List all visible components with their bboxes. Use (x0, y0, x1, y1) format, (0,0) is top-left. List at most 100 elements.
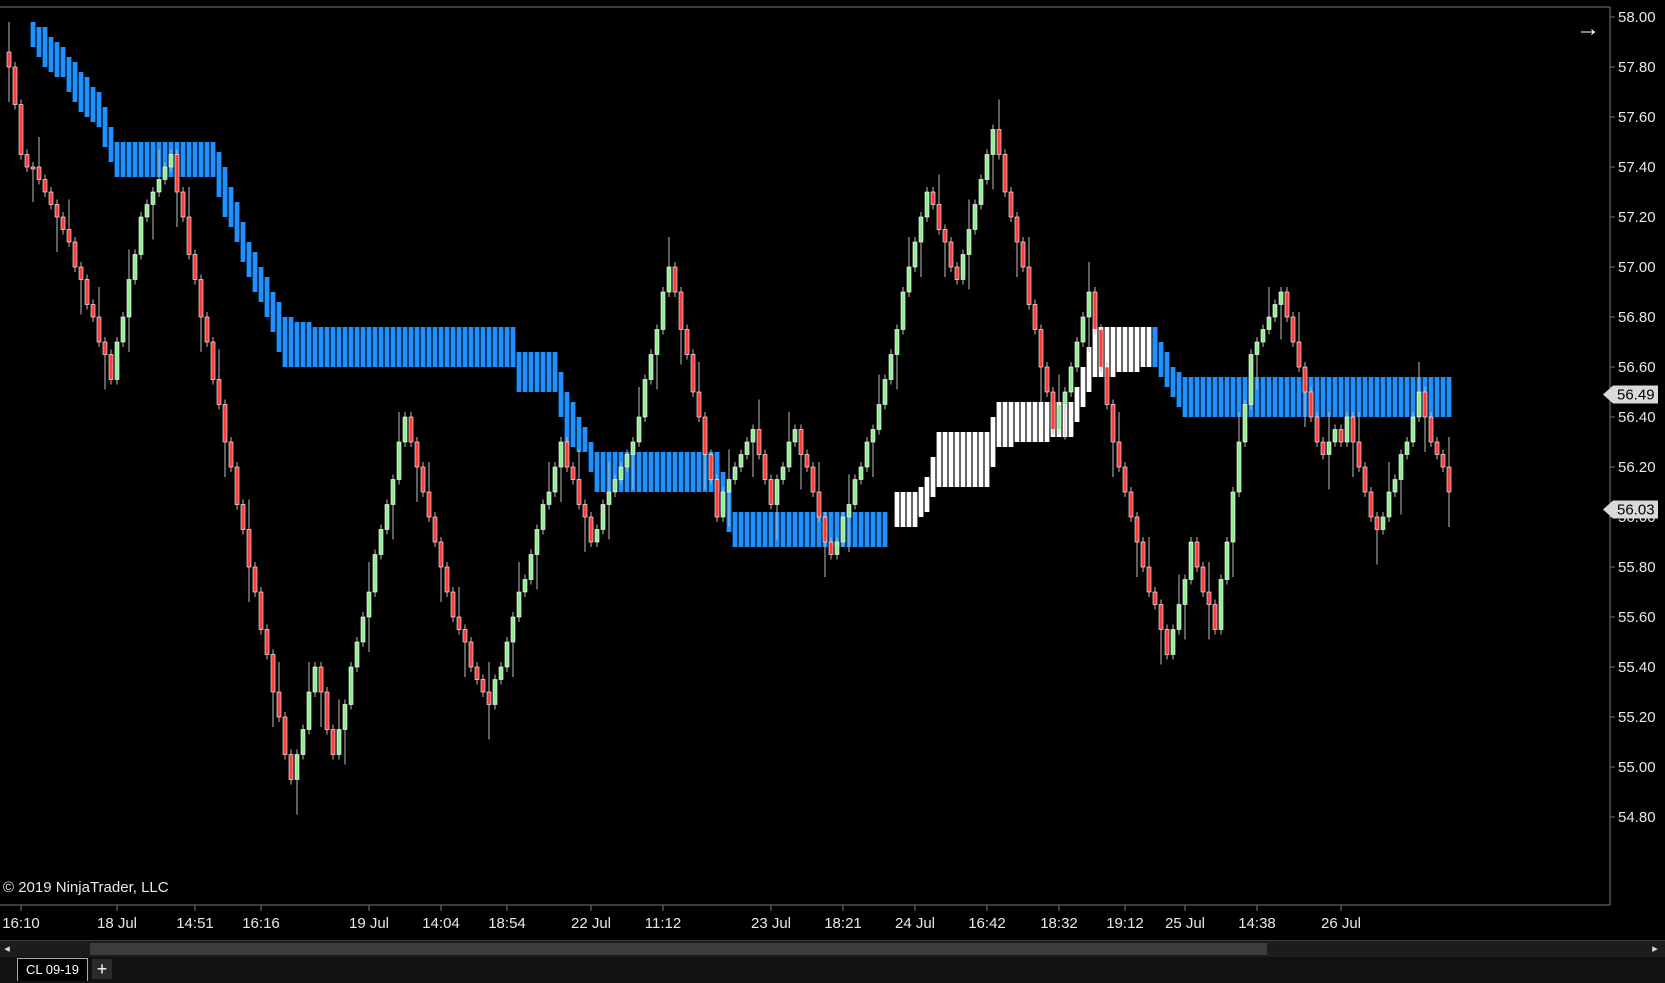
candle (612, 479, 618, 493)
cloud-band-bar (36, 27, 42, 57)
candle (882, 379, 888, 405)
horizontal-scrollbar[interactable]: ◂ ▸ (0, 940, 1665, 958)
cloud-band-bar (636, 452, 642, 492)
candle (840, 516, 846, 543)
candle (1044, 366, 1050, 393)
candle (834, 541, 840, 555)
cloud-band-bar (1200, 377, 1206, 417)
price-tick-label: 55.60 (1618, 609, 1656, 626)
candle (30, 166, 36, 170)
candle (1104, 366, 1110, 405)
candle (954, 266, 960, 280)
cloud-band-bar (750, 512, 756, 547)
cloud-band-bar (588, 442, 594, 472)
candle (36, 166, 42, 180)
cloud-band-bar (1338, 377, 1344, 417)
add-tab-button[interactable]: + (92, 959, 112, 979)
scroll-right-icon[interactable]: ▸ (1650, 942, 1660, 955)
candle (1260, 329, 1266, 343)
candle (114, 341, 120, 380)
cloud-band-bar (1434, 377, 1440, 417)
candle (186, 216, 192, 255)
candle (462, 629, 468, 643)
cloud-band-bar (786, 512, 792, 547)
cloud-band-bar (1296, 377, 1302, 417)
candle (60, 216, 66, 230)
cloud-band-bar (216, 152, 222, 197)
candle (498, 666, 504, 680)
candle (1422, 391, 1428, 418)
candle (1308, 391, 1314, 418)
candle (720, 491, 726, 518)
candle (1368, 491, 1374, 518)
tab-instrument[interactable]: CL 09-19 (17, 958, 88, 981)
candle (1254, 341, 1260, 355)
candle (630, 441, 636, 455)
cloud-band-bar (1332, 377, 1338, 417)
cloud-band-bar (480, 327, 486, 367)
cloud-band-bar (996, 402, 1002, 447)
candle (282, 716, 288, 755)
candle (1284, 291, 1290, 318)
candle (180, 191, 186, 218)
candle (978, 179, 984, 205)
cloud-band-bar (72, 62, 78, 102)
candle (1404, 441, 1410, 455)
candle (1080, 316, 1086, 343)
price-chart[interactable]: 58.00 57.80 57.60 57.40 57.20 57.00 56.80 56.60… (0, 0, 1665, 940)
candle (666, 266, 672, 293)
cloud-band-bar (456, 327, 462, 367)
candle (48, 191, 54, 205)
candle (606, 491, 612, 505)
cloud-band-bar (978, 432, 984, 487)
cloud-band-bar (1020, 402, 1026, 442)
cloud-band-bar (948, 432, 954, 487)
candle (876, 404, 882, 430)
cloud-band-bar (408, 327, 414, 367)
cloud-band-bar (1290, 377, 1296, 417)
cloud-band-bar (990, 417, 996, 467)
candle (1224, 541, 1230, 580)
candle (132, 254, 138, 280)
candle (246, 529, 252, 568)
candle (90, 304, 96, 318)
time-tick-label: 16:42 (968, 915, 1006, 932)
cloud-band-bar (1038, 402, 1044, 442)
candle (1434, 441, 1440, 455)
candle (624, 454, 630, 468)
cloud-band-bar (150, 142, 156, 177)
cloud-band-bar (102, 107, 108, 147)
candle (390, 479, 396, 505)
cloud-band-bar (1158, 342, 1164, 377)
candle (528, 554, 534, 580)
cloud-band-bar (1074, 387, 1080, 422)
price-tick-label: 56.60 (1618, 359, 1656, 376)
cloud-band-bar (1026, 402, 1032, 442)
cloud-band-bar (96, 92, 102, 127)
price-tick-label: 57.00 (1618, 259, 1656, 276)
cloud-band-bar (186, 142, 192, 177)
candle (678, 291, 684, 330)
candle (996, 129, 1002, 155)
cloud-band-bar (120, 142, 126, 177)
scroll-left-icon[interactable]: ◂ (2, 942, 12, 955)
candle (1038, 329, 1044, 368)
candle (1116, 441, 1122, 468)
candle (672, 266, 678, 293)
cloud-band-bar (108, 127, 114, 162)
candle (312, 666, 318, 693)
candle (354, 641, 360, 668)
cloud-band-bar (1110, 327, 1116, 377)
candle (150, 191, 156, 205)
candle (930, 191, 936, 205)
price-tick-label: 55.00 (1618, 759, 1656, 776)
candle (1164, 629, 1170, 655)
cloud-band-bar (1440, 377, 1446, 417)
cloud-band-bar (1356, 377, 1362, 417)
arrow-right-icon[interactable]: → (1576, 15, 1600, 43)
cloud-band-bar (468, 327, 474, 367)
cloud-band-bar (396, 327, 402, 367)
cloud-band-bar (312, 327, 318, 367)
candle (618, 466, 624, 480)
scroll-thumb[interactable] (90, 943, 1267, 955)
